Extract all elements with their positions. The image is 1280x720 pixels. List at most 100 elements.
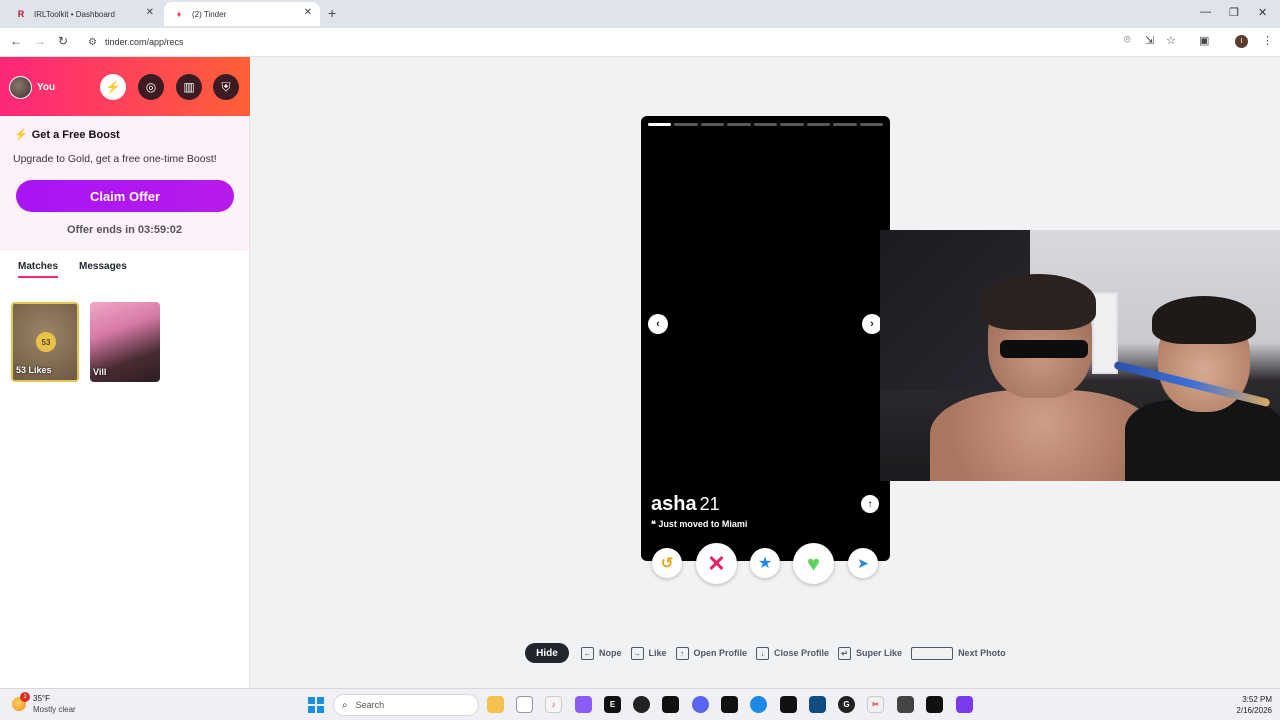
hint-label: Open Profile [693,648,748,658]
promo-title-text: Get a Free Boost [31,129,120,141]
profile-name: asha 21 [651,493,720,516]
heart-icon: ♥ [806,550,821,576]
claim-offer-button[interactable]: Claim Offer [16,180,234,212]
snipping-tool-icon[interactable]: ✂ [867,696,884,713]
offer-countdown: Offer ends in 03:59:02 [67,224,182,236]
browser-menu-icon[interactable]: ⋮ [1262,34,1273,47]
site-info-icon[interactable]: ⚙ [88,37,97,48]
hint-super-like: ↵ Super Like [838,646,903,660]
keyboard-hints: Hide ← Nope → Like ↑ Open Profile ↓ Close Pr… [525,643,1015,663]
promo-subtitle: Upgrade to Gold, get a free one-time Boo… [13,153,217,165]
search-icon: ⌕ [342,699,348,711]
forward-icon[interactable]: → [34,34,46,48]
match-name: Vill [93,367,107,377]
next-photo-icon[interactable]: › [862,314,882,334]
epic-games-icon[interactable]: E [604,696,621,713]
send-arrow-icon: ➤ [857,554,869,571]
nope-x-icon: ✕ [707,550,726,576]
discord-icon[interactable] [692,696,709,713]
explore-compass-icon[interactable]: ◎ [138,74,164,100]
weather-badge: 1 [20,692,30,702]
address-bar: ← → ↻ ⚙ tinder.com/app/recs ⌾ ⇲ ☆ ▣ ⋮ [0,28,1280,57]
photo-progress-segment [859,123,883,126]
windows-start-icon[interactable] [308,697,324,713]
right-arrow-key-icon: → [630,646,644,660]
app-icon-blue[interactable] [750,696,767,713]
minimize-icon[interactable]: — [1200,6,1211,18]
boost-icon[interactable]: ⚡ [100,74,126,100]
super-like-button[interactable]: ★ [750,548,780,578]
close-window-icon[interactable]: ✕ [1258,6,1267,19]
sidebar: You ⚡ ◎ ▥ ⛨ ⚡ Get a Free Boost Upgrade to… [0,57,250,688]
tab-matches[interactable]: Matches [18,261,59,278]
hint-label: Next Photo [958,648,1006,658]
location-icon[interactable]: ⌾ [1124,34,1131,47]
photo-progress-segment [700,123,725,126]
file-explorer-icon[interactable] [487,696,504,713]
taskbar: 1 35°F Mostly clear ⌕ Search ♪ E G ✂ 3:5… [0,688,1280,720]
match-card[interactable]: Vill [90,302,160,382]
sidebar-tabs: Matches Messages [0,261,249,283]
obs-icon[interactable] [633,696,650,713]
taskbar-search[interactable]: ⌕ Search [333,694,479,716]
app-icon-black[interactable] [780,696,797,713]
photo-progress-bars [648,123,883,126]
back-icon[interactable]: ← [10,34,22,48]
new-tab-icon[interactable]: + [328,5,336,21]
star-icon: ★ [757,555,773,572]
weather-description[interactable]: Mostly clear [33,705,76,714]
user-label[interactable]: You [37,82,55,93]
sidebar-header: You ⚡ ◎ ▥ ⛨ [0,57,250,116]
install-app-icon[interactable]: ⇲ [1145,34,1154,47]
browser-tab-irltoolkit[interactable]: R IRLToolkit • Dashboard ✕ [6,2,162,26]
app-icon-grid[interactable] [956,696,973,713]
app-icon-dark[interactable] [662,696,679,713]
boost-send-button[interactable]: ➤ [848,548,878,578]
itunes-icon[interactable]: ♪ [545,696,562,713]
side-panel-icon[interactable]: ▣ [1199,34,1209,47]
close-tab-icon[interactable]: ✕ [304,7,312,18]
bolt-icon: ⚡ [14,129,28,141]
rewind-button[interactable]: ↺ [652,548,682,578]
likes-you-card[interactable]: 53 53 Likes [11,302,79,382]
hint-label: Super Like [856,648,903,658]
app-icon-gray[interactable] [897,696,914,713]
hide-hints-button[interactable]: Hide [525,643,569,663]
app-icon-g[interactable]: G [838,696,855,713]
tinder-flame-icon: ♦ [176,9,182,19]
tab-messages[interactable]: Messages [79,261,127,276]
promo-title: ⚡ Get a Free Boost [14,128,120,141]
nope-button[interactable]: ✕ [696,543,737,584]
app-icon-navy[interactable] [809,696,826,713]
search-placeholder: Search [355,700,385,710]
user-avatar[interactable] [9,76,32,99]
browser-tab-tinder[interactable]: ♦ (2) Tinder ✕ [164,2,320,26]
like-button[interactable]: ♥ [793,543,834,584]
tab-title: (2) Tinder [192,9,227,19]
browser-tab-strip: R IRLToolkit • Dashboard ✕ ♦ (2) Tinder … [0,0,1280,28]
capcut-icon[interactable] [721,696,738,713]
photo-progress-segment [833,123,857,126]
hint-label: Like [648,648,667,658]
notepad-icon[interactable] [516,696,533,713]
weather-temperature[interactable]: 35°F [33,694,50,703]
browser-profile-avatar[interactable]: I [1235,35,1248,48]
restore-icon[interactable]: ❐ [1229,6,1239,19]
system-clock[interactable]: 3:52 PM 2/16/2026 [1220,694,1272,716]
profile-card[interactable]: ‹ › asha 21 ❝ Just moved to Miami ↑ [641,116,890,561]
open-profile-icon[interactable]: ↑ [861,495,879,513]
bookmark-star-icon[interactable]: ☆ [1166,34,1176,47]
hint-open-profile: ↑ Open Profile [675,646,748,660]
reload-icon[interactable]: ↻ [58,34,68,48]
down-arrow-key-icon: ↓ [756,646,770,660]
url-field[interactable]: ⚙ tinder.com/app/recs [80,31,1220,53]
previous-photo-icon[interactable]: ‹ [648,314,668,334]
briefcase-icon[interactable]: ▥ [176,74,202,100]
photo-progress-segment [648,123,672,126]
close-tab-icon[interactable]: ✕ [146,7,154,18]
safety-shield-icon[interactable]: ⛨ [213,74,239,100]
app-icon-purple[interactable] [575,696,592,713]
profile-bio-text: Just moved to Miami [658,519,748,529]
hint-like: → Like [630,646,667,660]
app-icon-terminal[interactable] [926,696,943,713]
